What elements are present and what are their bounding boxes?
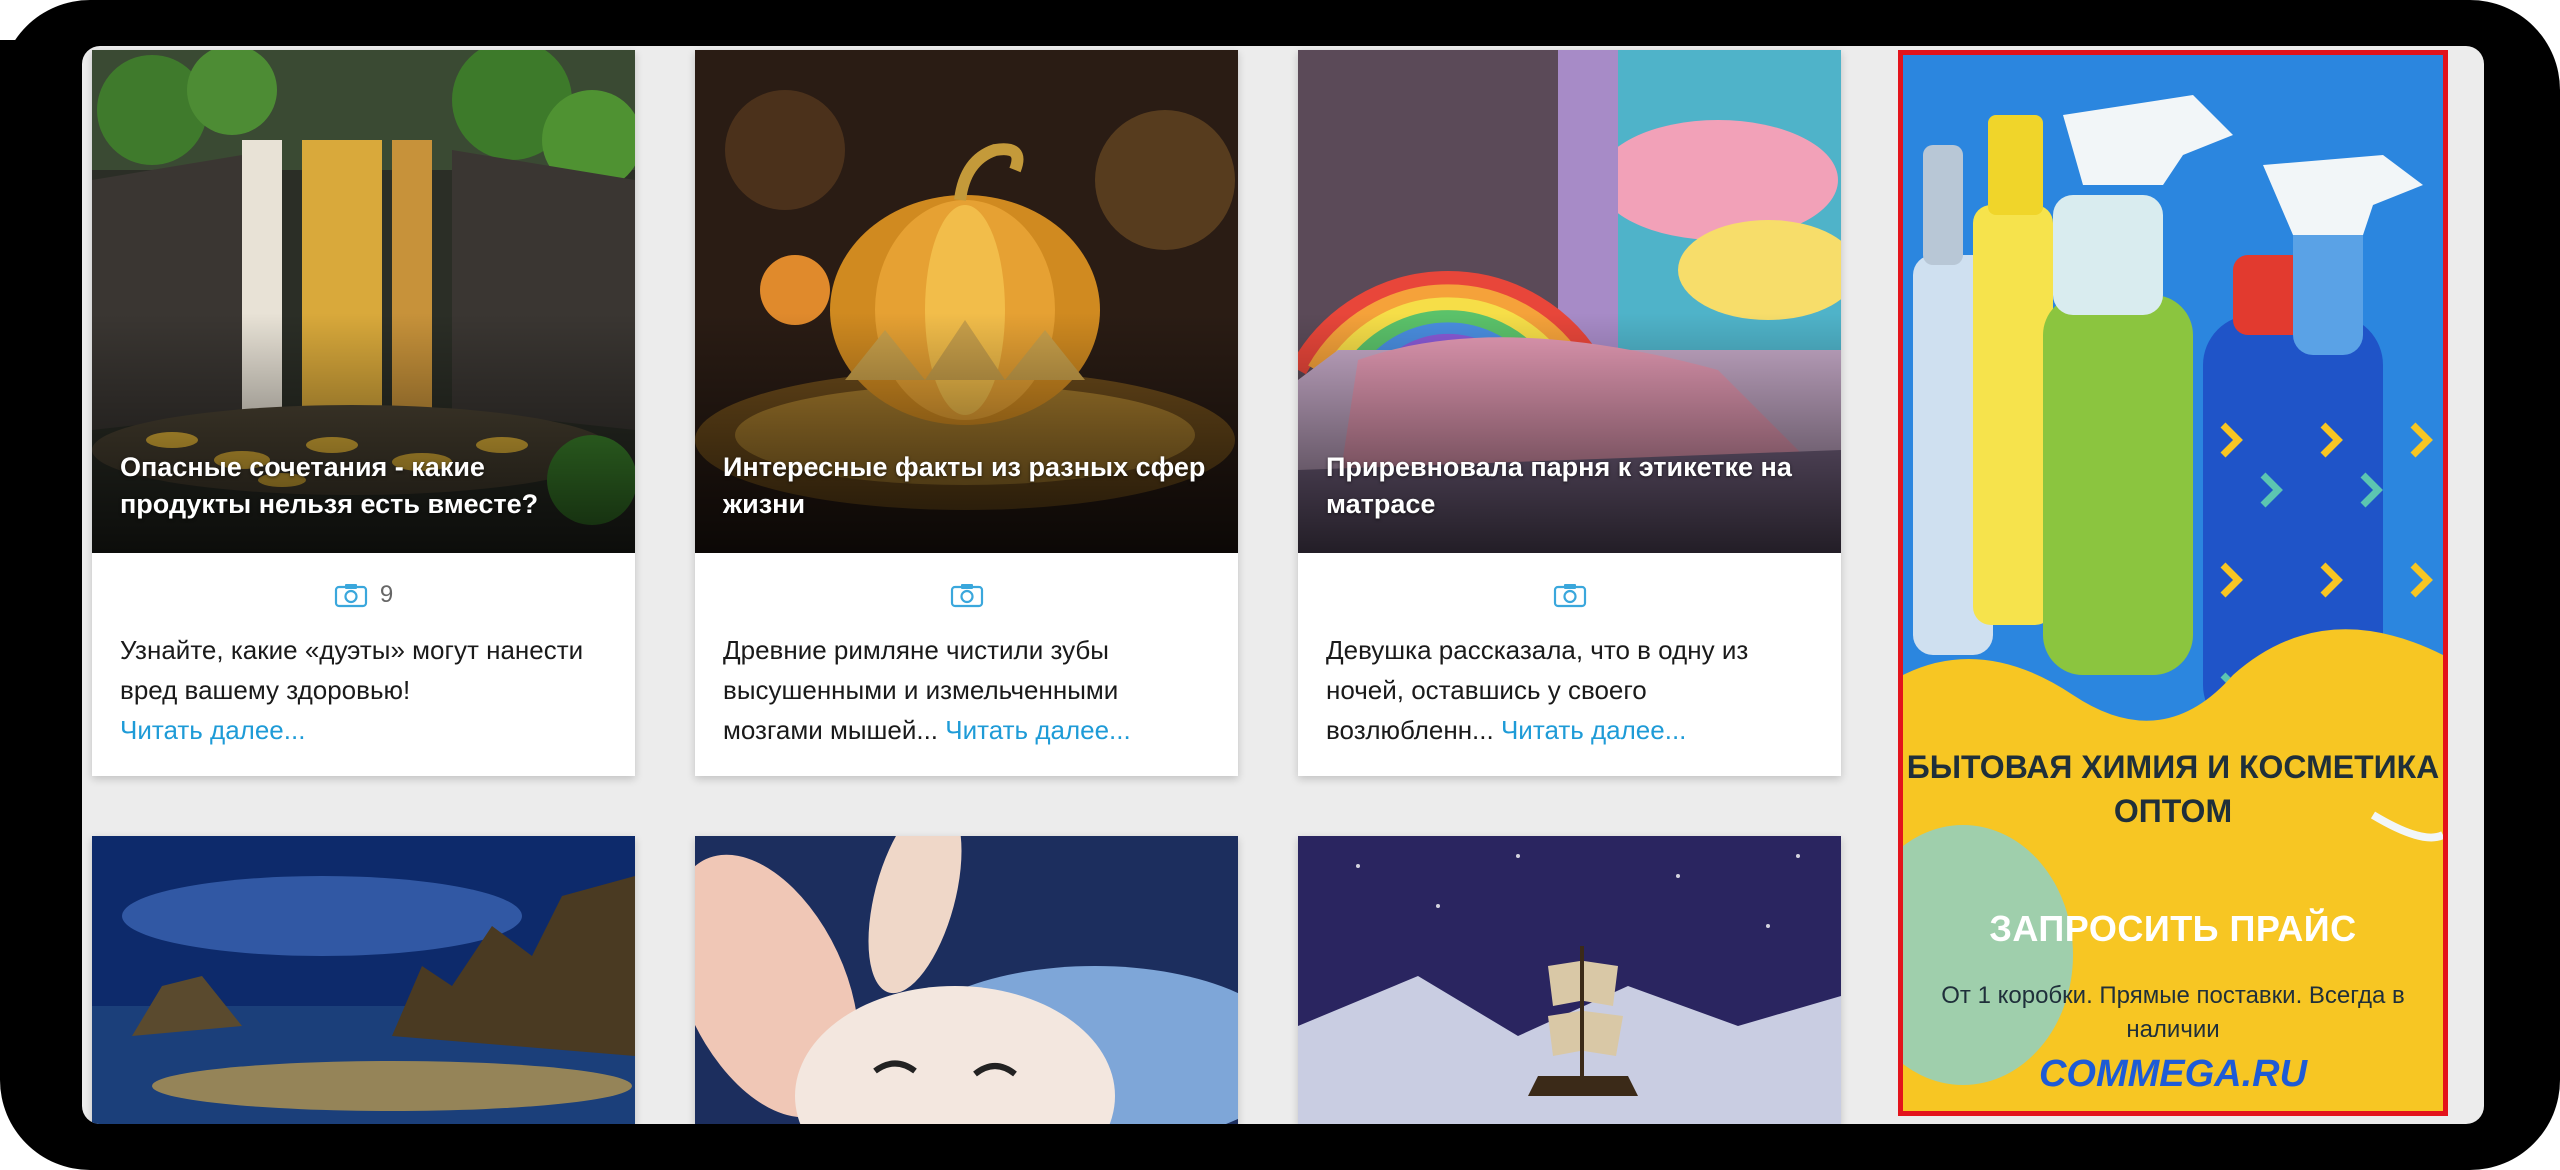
- camera-icon: [950, 584, 983, 608]
- article-card[interactable]: [695, 836, 1238, 1124]
- article-thumbnail[interactable]: Интересные факты из разных сфер жизни: [695, 50, 1238, 553]
- ad-subtext: От 1 коробки. Прямые поставки. Всегда в …: [1941, 982, 2405, 1043]
- ad-banner[interactable]: БЫТОВАЯ ХИМИЯ И КОСМЕТИКА ОПТОМ ЗАПРОСИТ…: [1898, 50, 2448, 1116]
- night-coast-image: [92, 836, 635, 1124]
- article-title[interactable]: Приревновала парня к этикетке на матрасе: [1326, 449, 1813, 523]
- article-card[interactable]: Интересные факты из разных сфер жизни Др…: [695, 50, 1238, 776]
- article-card[interactable]: Опасные сочетания - какие продукты нельз…: [92, 50, 635, 776]
- device-notch: [0, 40, 30, 130]
- article-excerpt: Древние римляне чистили зубы высушенными…: [723, 630, 1210, 750]
- article-thumbnail[interactable]: Опасные сочетания - какие продукты нельз…: [92, 50, 635, 553]
- article-thumbnail[interactable]: [1298, 836, 1841, 1124]
- article-title[interactable]: Опасные сочетания - какие продукты нельз…: [120, 449, 607, 523]
- read-more-link[interactable]: Читать далее...: [1501, 715, 1686, 745]
- request-price-button[interactable]: ЗАПРОСИТЬ ПРАЙС: [1973, 897, 2373, 961]
- ad-site-link[interactable]: COMMEGA.RU: [1903, 1053, 2443, 1096]
- article-thumbnail[interactable]: Приревновала парня к этикетке на матрасе: [1298, 50, 1841, 553]
- photo-count-value: 9: [379, 581, 394, 608]
- sailing-ship-image: [1298, 836, 1841, 1124]
- bunny-image: [695, 836, 1238, 1124]
- excerpt-text: Узнайте, какие «дуэты» могут нанести вре…: [120, 635, 584, 705]
- article-thumbnail[interactable]: [92, 836, 635, 1124]
- article-card[interactable]: [92, 836, 635, 1124]
- photo-count: 9: [92, 578, 635, 612]
- article-title[interactable]: Интересные факты из разных сфер жизни: [723, 449, 1210, 523]
- read-more-link[interactable]: Читать далее...: [945, 715, 1130, 745]
- article-card[interactable]: Приревновала парня к этикетке на матрасе…: [1298, 50, 1841, 776]
- camera-icon: [1553, 584, 1586, 608]
- read-more-link[interactable]: Читать далее...: [120, 715, 305, 745]
- photo-count: [1298, 578, 1841, 612]
- camera-icon: [334, 584, 367, 608]
- article-excerpt: Узнайте, какие «дуэты» могут нанести вре…: [120, 630, 607, 750]
- article-card[interactable]: [1298, 836, 1841, 1124]
- article-excerpt: Девушка рассказала, что в одну из ночей,…: [1326, 630, 1813, 750]
- photo-count: [695, 578, 1238, 612]
- article-thumbnail[interactable]: [695, 836, 1238, 1124]
- ad-heading: БЫТОВАЯ ХИМИЯ И КОСМЕТИКА ОПТОМ: [1906, 749, 2440, 829]
- feed-screen: Опасные сочетания - какие продукты нельз…: [82, 46, 2484, 1124]
